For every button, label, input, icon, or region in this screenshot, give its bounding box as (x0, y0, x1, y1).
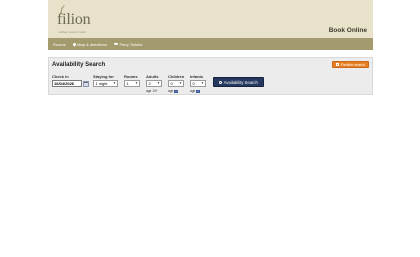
children-age-label: age (168, 89, 179, 93)
search-icon (219, 80, 223, 84)
nav-item-rooms[interactable]: Rooms (53, 42, 66, 47)
hotel-logo[interactable]: filion coffee resort hotel (57, 4, 127, 35)
availability-search-button[interactable]: Availability Search (213, 77, 264, 87)
infants-value: 0 (192, 81, 195, 86)
info-icon[interactable] (174, 89, 179, 93)
chevron-down-icon: ▼ (157, 81, 160, 85)
adults-label: Adults (146, 74, 159, 79)
chevron-down-icon: ▼ (113, 81, 116, 85)
chevron-down-icon: ▼ (201, 81, 204, 85)
nav-item-label: Rooms (53, 41, 66, 47)
map-pin-icon (72, 41, 77, 47)
infants-select[interactable]: 0 ▼ (190, 80, 206, 87)
adults-value: 2 (148, 81, 151, 86)
flexible-search-button[interactable]: Flexible search (332, 61, 369, 68)
site-header: filion coffee resort hotel Book Online (48, 0, 373, 38)
adults-select[interactable]: 2 ▼ (146, 80, 162, 87)
logo-text: filion (57, 11, 91, 28)
infants-age-text: age (190, 89, 196, 93)
staying-for-value: 1 night (95, 81, 108, 86)
nav-item-map-directions[interactable]: Map & directions (72, 41, 107, 47)
check-in-label: Check in (52, 74, 69, 79)
chevron-down-icon: ▼ (179, 81, 182, 85)
adults-age-label: age 13+ (146, 89, 158, 93)
adults-age-text: age 13+ (146, 89, 158, 93)
staying-for-label: Staying for (93, 74, 114, 79)
chevron-down-icon: ▼ (135, 81, 138, 85)
nav-item-ferry-tickets[interactable]: Ferry Tickets (113, 41, 143, 47)
logo-subtitle: coffee resort hotel (58, 30, 86, 34)
nav-item-label: Ferry Tickets (119, 41, 143, 47)
check-in-input[interactable]: 16/04/2026 (52, 80, 82, 87)
infants-label: Infants (190, 74, 204, 79)
infants-age-label: age (190, 89, 201, 93)
staying-for-select[interactable]: 1 night ▼ (93, 80, 118, 87)
info-icon[interactable] (196, 89, 201, 93)
page-container: filion coffee resort hotel Book Online R… (48, 0, 373, 257)
rooms-select[interactable]: 1 ▼ (124, 80, 140, 87)
availability-search-panel: Availability Search Flexible search Chec… (48, 57, 373, 95)
children-value: 0 (170, 81, 173, 86)
calendar-icon[interactable] (83, 80, 89, 87)
panel-title: Availability Search (52, 62, 106, 68)
flexible-search-label: Flexible search (340, 62, 365, 67)
book-online-heading: Book Online (328, 27, 367, 34)
rooms-label: Rooms (124, 74, 138, 79)
search-button-label: Availability Search (223, 79, 258, 85)
main-nav: Rooms Map & directions Ferry Tickets (48, 38, 373, 50)
nav-item-label: Map & directions (77, 41, 107, 47)
ferry-icon (113, 42, 118, 46)
children-age-text: age (168, 89, 174, 93)
rooms-value: 1 (126, 81, 129, 86)
children-select[interactable]: 0 ▼ (168, 80, 184, 87)
children-label: Children (168, 74, 185, 79)
calendar-icon (336, 63, 340, 66)
